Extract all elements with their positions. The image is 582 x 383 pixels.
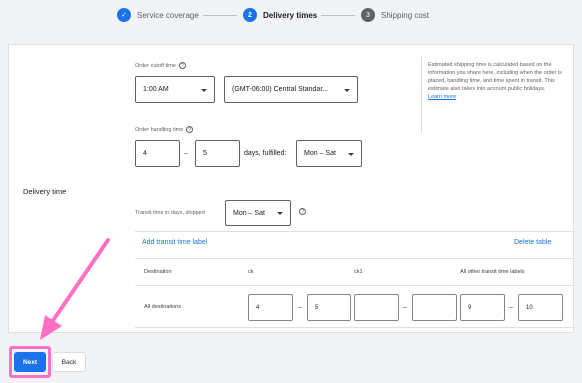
- transit-days-select[interactable]: Mon – Sat: [225, 200, 291, 226]
- order-cutoff-label: Order cutoff time ?: [135, 62, 186, 69]
- range-dash: –: [509, 304, 513, 311]
- handling-suffix: days, fulfilled:: [244, 150, 287, 157]
- help-icon[interactable]: ?: [178, 62, 186, 69]
- ck-min-input[interactable]: 4: [248, 294, 293, 321]
- ck1-max-input[interactable]: [412, 294, 457, 321]
- handling-max-input[interactable]: 5: [195, 140, 240, 167]
- help-icon[interactable]: ?: [186, 126, 194, 133]
- range-dash: –: [184, 150, 188, 157]
- row-destination: All destinations: [144, 304, 181, 310]
- table-divider: [135, 231, 575, 232]
- dropdown-arrow-icon: [277, 212, 283, 215]
- step-shipping-cost[interactable]: 3 Shipping cost: [361, 7, 429, 23]
- step-service-coverage[interactable]: ✓ Service coverage: [117, 7, 199, 23]
- column-header-ck1: ck1: [354, 269, 363, 275]
- add-transit-time-label-link[interactable]: Add transit time label: [142, 239, 207, 246]
- delivery-times-card: Delivery time Order cutoff time ? 1:00 A…: [8, 44, 575, 333]
- next-button[interactable]: Next: [14, 352, 46, 372]
- learn-more-link[interactable]: Learn more: [428, 93, 562, 101]
- info-text: Estimated shipping time is calculated ba…: [428, 62, 562, 101]
- step-connector: [203, 15, 237, 16]
- transit-time-table: Add transit time label Delete table Dest…: [135, 231, 575, 328]
- ck-max-input[interactable]: 5: [307, 294, 351, 321]
- step-label: Service coverage: [137, 10, 199, 20]
- info-divider: [421, 57, 422, 133]
- back-button[interactable]: Back: [52, 352, 86, 372]
- step-delivery-times[interactable]: 2 Delivery times: [243, 7, 317, 23]
- dropdown-arrow-icon: [201, 88, 207, 92]
- step-connector: [321, 15, 355, 16]
- handling-days-select[interactable]: Mon – Sat: [296, 140, 362, 167]
- other-min-input[interactable]: 9: [460, 294, 505, 321]
- table-divider: [135, 327, 575, 328]
- dropdown-arrow-icon: [344, 88, 350, 92]
- step-label: Shipping cost: [381, 10, 430, 20]
- column-header-ck: ck: [248, 269, 254, 275]
- table-divider: [135, 258, 575, 259]
- transit-time-label: Transit time in days, shipped: [135, 210, 205, 216]
- check-icon: ✓: [117, 8, 131, 22]
- step-label: Delivery times: [263, 10, 318, 20]
- other-max-input[interactable]: 10: [518, 294, 563, 321]
- handling-min-input[interactable]: 4: [135, 140, 180, 167]
- section-label: Delivery time: [23, 187, 67, 196]
- step-number-icon: 3: [361, 8, 375, 22]
- range-dash: –: [403, 304, 407, 311]
- range-dash: –: [298, 304, 302, 311]
- table-divider: [135, 285, 575, 286]
- order-handling-label: Order handling time ?: [135, 126, 194, 133]
- column-header-other: All other transit time labels: [460, 269, 525, 275]
- delete-table-link[interactable]: Delete table: [514, 239, 551, 246]
- ck1-min-input[interactable]: [354, 294, 399, 321]
- timezone-select[interactable]: (GMT-06:00) Central Standar...: [224, 76, 358, 103]
- cutoff-time-select[interactable]: 1:00 AM: [135, 76, 215, 103]
- dropdown-arrow-icon: [348, 152, 354, 156]
- column-header-destination: Destination: [144, 269, 172, 275]
- step-number-icon: 2: [243, 8, 257, 22]
- help-icon[interactable]: ?: [299, 208, 306, 215]
- stepper: ✓ Service coverage 2 Delivery times 3 Sh…: [0, 0, 582, 30]
